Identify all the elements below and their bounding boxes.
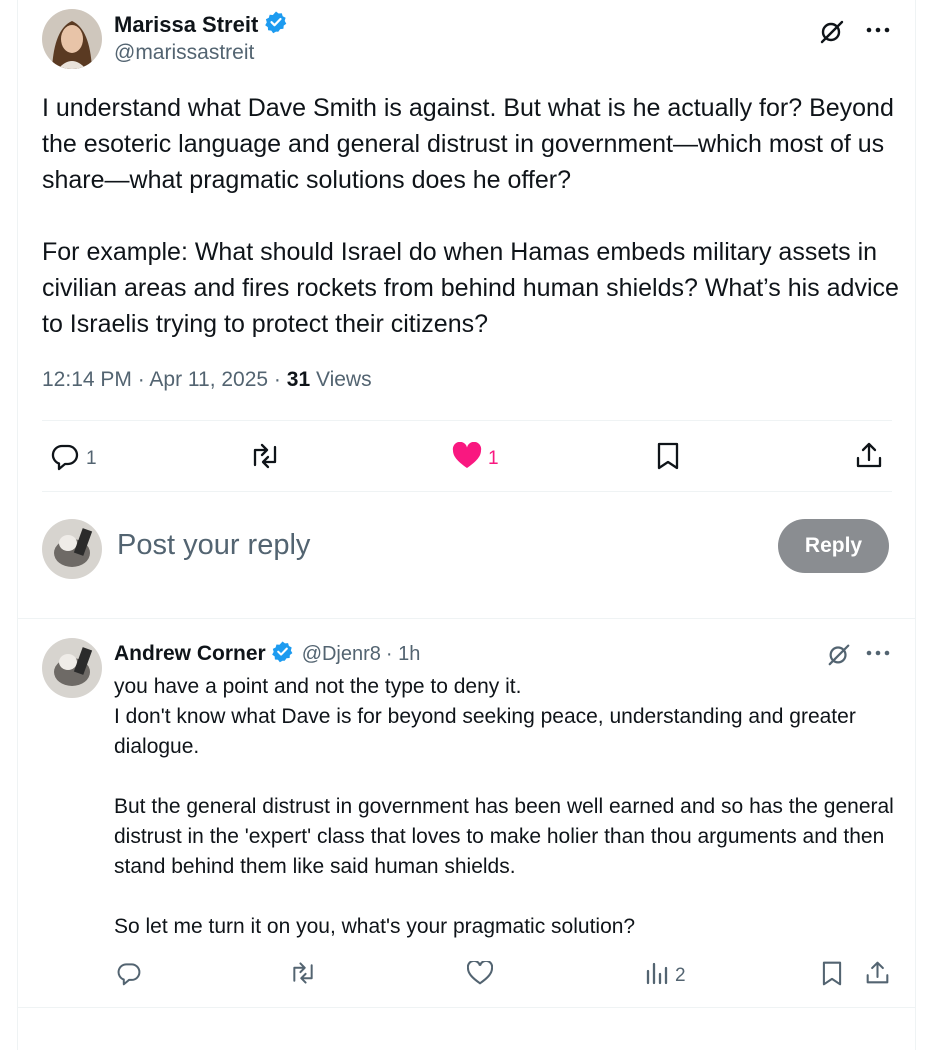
post-timestamp[interactable]: 12:14 PM · Apr 11, 2025 · xyxy=(42,368,287,391)
more-icon[interactable] xyxy=(865,643,891,668)
author-handle[interactable]: @marissastreit xyxy=(114,41,254,65)
reply-icon xyxy=(116,960,142,991)
reply-reply-button[interactable] xyxy=(116,960,142,991)
section-divider xyxy=(18,618,915,619)
more-icon[interactable] xyxy=(865,20,891,45)
share-icon xyxy=(865,959,890,991)
verified-badge-icon xyxy=(264,10,288,39)
reply-bookmark-button[interactable] xyxy=(820,960,844,992)
reply-button[interactable]: 1 xyxy=(50,441,97,476)
reply-views-button[interactable]: 2 xyxy=(645,961,686,990)
reply-text: you have a point and not the type to den… xyxy=(114,675,894,938)
reply-repost-button[interactable] xyxy=(288,960,318,991)
views-count: 31 xyxy=(286,368,311,391)
grok-icon[interactable] xyxy=(826,641,852,672)
reply-age[interactable]: · 1h xyxy=(386,643,420,666)
reply-author-handle[interactable]: @Djenr8 xyxy=(302,643,381,666)
reply-author-avatar[interactable] xyxy=(42,638,102,698)
verified-badge-icon xyxy=(271,640,294,668)
reply-like-button[interactable] xyxy=(466,959,494,990)
user-avatar[interactable] xyxy=(42,519,102,579)
retweet-icon xyxy=(248,441,282,476)
grok-icon[interactable] xyxy=(818,17,846,50)
heart-icon xyxy=(452,441,482,475)
reply-icon xyxy=(50,441,80,476)
share-icon xyxy=(855,440,883,475)
repost-button[interactable] xyxy=(248,441,282,476)
reply-share-button[interactable] xyxy=(865,959,890,991)
reply-count: 1 xyxy=(86,447,97,469)
reply-input[interactable]: Post your reply xyxy=(117,529,737,562)
reply-author-name[interactable]: Andrew Corner xyxy=(114,642,266,666)
share-button[interactable] xyxy=(855,440,883,475)
post-meta: 12:14 PM · Apr 11, 2025 · 31 Views xyxy=(42,368,372,392)
section-divider xyxy=(18,1007,915,1008)
divider xyxy=(42,491,892,492)
like-button[interactable]: 1 xyxy=(452,441,499,475)
reply-submit-button[interactable]: Reply xyxy=(778,519,889,573)
bookmark-icon xyxy=(655,441,681,476)
heart-icon xyxy=(466,959,494,990)
bookmark-button[interactable] xyxy=(655,441,681,476)
retweet-icon xyxy=(288,960,318,991)
views-icon xyxy=(645,961,669,990)
views-label: Views xyxy=(310,368,372,391)
divider xyxy=(42,420,892,421)
reply-views-count: 2 xyxy=(675,964,686,986)
bookmark-icon xyxy=(820,960,844,992)
author-avatar[interactable] xyxy=(42,9,102,69)
author-name[interactable]: Marissa Streit xyxy=(114,12,258,38)
like-count: 1 xyxy=(488,447,499,469)
post-text: I understand what Dave Smith is against.… xyxy=(42,94,899,338)
